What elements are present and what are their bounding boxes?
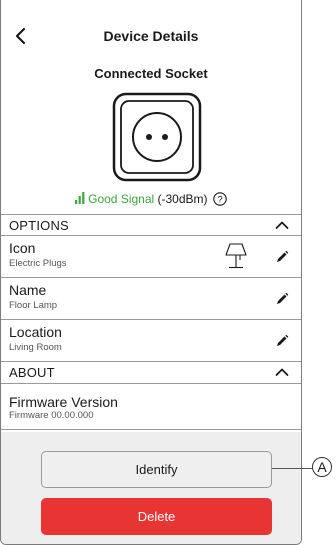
signal-value: (-30dBm) <box>157 192 208 206</box>
signal-label: Good Signal <box>88 192 155 206</box>
firmware-label: Firmware Version <box>9 394 118 410</box>
pencil-icon[interactable] <box>275 334 289 348</box>
firmware-value: Firmware 00.00.000 <box>9 410 94 421</box>
floor-lamp-icon <box>225 243 247 269</box>
delete-button[interactable]: Delete <box>41 498 272 535</box>
about-section-header[interactable]: ABOUT <box>1 362 301 384</box>
identify-button[interactable]: Identify <box>41 451 272 488</box>
chevron-up-icon <box>275 221 289 229</box>
option-row-icon[interactable]: Icon Electric Plugs <box>1 236 301 278</box>
option-row-location[interactable]: Location Living Room <box>1 320 301 362</box>
options-section-header[interactable]: OPTIONS <box>1 214 301 236</box>
chevron-up-icon <box>275 368 289 376</box>
option-label-icon: Icon <box>9 240 36 256</box>
option-value-location: Living Room <box>9 342 62 353</box>
signal-status: Good Signal (-30dBm) ? <box>1 192 301 209</box>
option-value-name: Floor Lamp <box>9 300 58 311</box>
app-header: Device Details <box>1 0 301 60</box>
page-title: Device Details <box>103 28 199 44</box>
about-header-label: ABOUT <box>9 365 55 380</box>
option-value-icon: Electric Plugs <box>9 258 67 269</box>
pencil-icon[interactable] <box>275 292 289 306</box>
power-socket-icon <box>111 91 203 183</box>
firmware-row: Firmware Version Firmware 00.00.000 <box>1 388 301 430</box>
svg-text:?: ? <box>217 195 222 206</box>
option-label-name: Name <box>9 282 47 298</box>
device-name: Connected Socket <box>94 66 208 81</box>
callout-line <box>272 468 314 469</box>
question-circle-icon[interactable]: ? <box>213 192 227 209</box>
option-row-name[interactable]: Name Floor Lamp <box>1 278 301 320</box>
pencil-icon[interactable] <box>275 250 289 264</box>
option-label-location: Location <box>9 324 62 340</box>
signal-bars-icon <box>75 192 85 207</box>
callout-marker: A <box>312 457 332 477</box>
phone-screen: Device Details Connected Socket Good Sig… <box>0 0 302 545</box>
options-header-label: OPTIONS <box>9 218 69 233</box>
